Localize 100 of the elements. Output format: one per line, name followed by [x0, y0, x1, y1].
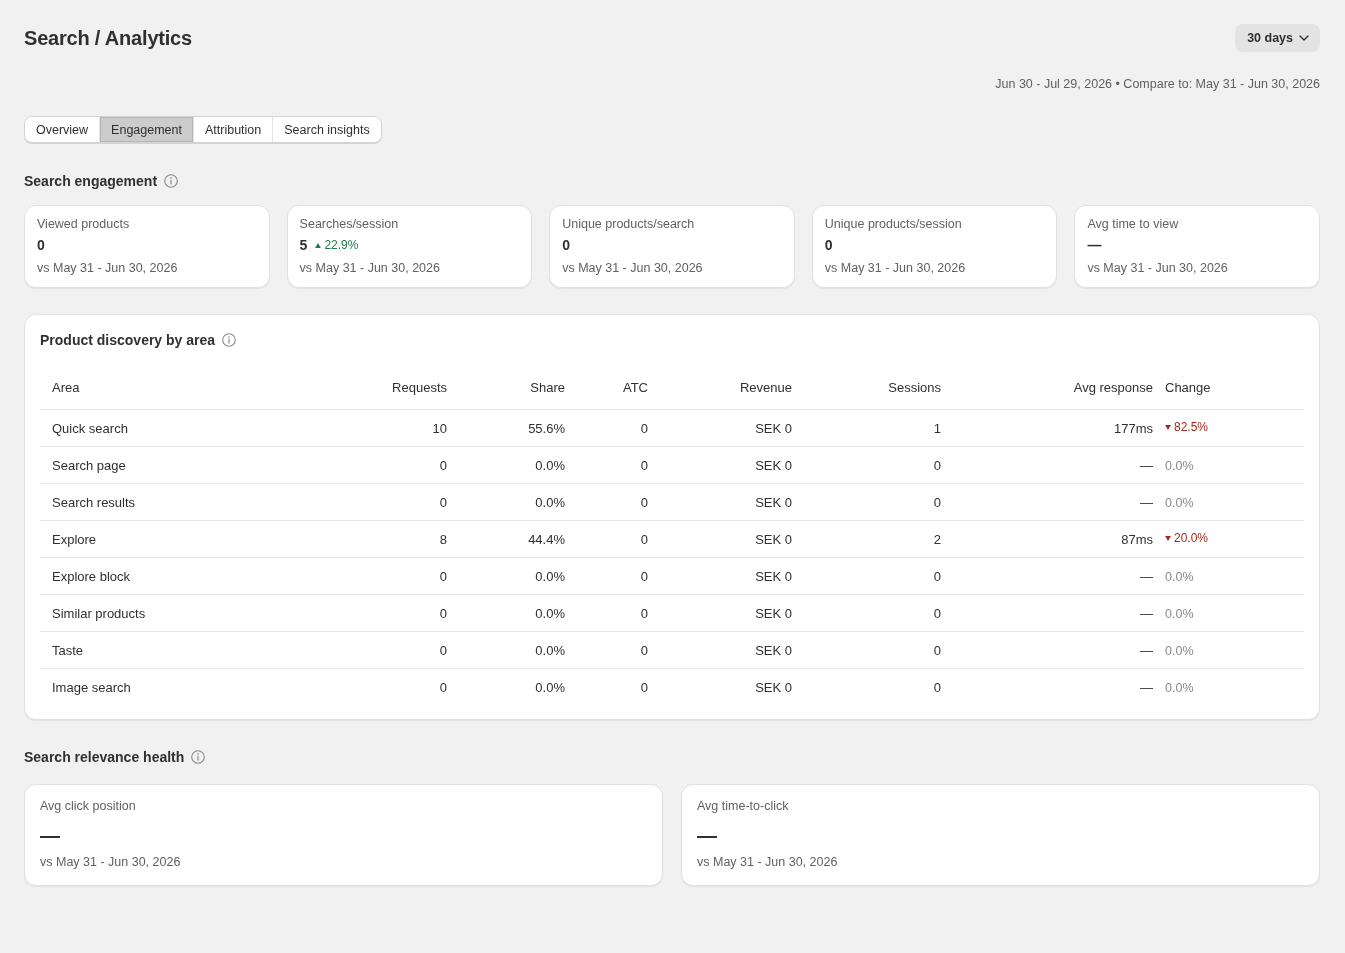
metric-label: Unique products/session: [824, 216, 962, 233]
table-cell-text: 0: [639, 680, 649, 695]
table-cell-text: 0: [639, 457, 649, 473]
column-header: ATC: [621, 380, 649, 395]
info-icon[interactable]: [222, 333, 237, 347]
chevron-down-icon: [1299, 35, 1309, 41]
table-cell-text: 55.6%: [527, 420, 566, 436]
metric-label: Avg click position: [40, 798, 136, 815]
table-cell-text: 2: [932, 531, 942, 547]
table-cell-text: SEK 0: [754, 680, 793, 695]
table-cell-text: Quick search: [51, 420, 129, 436]
table-cell-text: —: [1139, 568, 1154, 584]
table-cell-text: 0: [932, 605, 942, 621]
metric-value: —: [1087, 236, 1102, 255]
page-title: Search / Analytics: [24, 26, 192, 51]
tab[interactable]: Overview: [25, 117, 101, 142]
table-cell-text: SEK 0: [754, 568, 793, 584]
metric-value: 0: [824, 236, 833, 255]
table-cell-text: 0: [438, 568, 448, 584]
period-dropdown[interactable]: 30 days: [1235, 24, 1320, 52]
table-cell-text: 0: [932, 457, 942, 473]
table-cell-text: 0: [932, 680, 942, 695]
table-cell-text: 177ms: [1112, 420, 1154, 436]
table-cell-text: —: [1139, 457, 1154, 473]
table-cell-text: SEK 0: [754, 642, 793, 658]
table-cell-text: 0.0%: [534, 457, 566, 473]
table-cell-text: 0.0%: [534, 605, 566, 621]
column-header: Share: [529, 380, 566, 395]
table-cell-text: Image search: [51, 680, 132, 695]
table-cell-text: SEK 0: [754, 420, 793, 436]
table-cell-text: 0: [932, 494, 942, 510]
table-cell-text: SEK 0: [754, 531, 793, 547]
change-value: 0.0%: [1165, 606, 1194, 621]
info-icon[interactable]: [191, 750, 206, 764]
metric-value: 0: [37, 236, 45, 255]
date-range-text: Jun 30 - Jul 29, 2026 • Compare to: May 31 - Jun 30, 2026: [995, 77, 1320, 91]
table-cell-text: Explore: [51, 531, 98, 547]
table-cell-text: 0: [438, 605, 448, 621]
table-cell-text: 0: [438, 494, 448, 510]
comparison-text: vs May 31 - Jun 30, 2026: [562, 260, 703, 277]
table-cell-text: 0.0%: [534, 494, 566, 510]
comparison-text: vs May 31 - Jun 30, 2026: [1087, 260, 1228, 277]
table-cell-text: 87ms: [1120, 531, 1154, 547]
metric-label: Unique products/search: [562, 216, 695, 233]
table-cell-text: 0: [438, 457, 448, 473]
column-header: Revenue: [738, 380, 793, 395]
table-cell-text: 0: [438, 680, 448, 695]
metric-label: Avg time-to-click: [697, 798, 789, 815]
metric-label: Searches/session: [299, 216, 399, 233]
metric-value: —: [697, 823, 717, 847]
table-cell-text: 0: [639, 642, 649, 658]
table-cell-text: 0.0%: [534, 568, 566, 584]
table-cell-text: 0.0%: [534, 680, 566, 695]
table-cell-text: 0: [639, 531, 649, 547]
column-header: Area: [51, 380, 81, 395]
table-cell-text: SEK 0: [754, 457, 793, 473]
table-cell-text: —: [1139, 605, 1154, 621]
change-value: 0.0%: [1165, 681, 1194, 695]
section-title: Search engagement: [24, 172, 158, 190]
change-value: 0.0%: [1165, 569, 1194, 584]
table-cell-text: Taste: [51, 642, 85, 658]
column-header: Avg response: [1072, 380, 1154, 395]
table-cell-text: Search results: [51, 494, 137, 510]
table-cell-text: SEK 0: [754, 494, 793, 510]
tab[interactable]: Engagement: [100, 117, 194, 142]
change-value: 0.0%: [1165, 495, 1194, 510]
metric-label: Avg time to view: [1087, 216, 1179, 233]
info-icon[interactable]: [164, 174, 179, 188]
change-value: 20.0%: [1174, 531, 1209, 546]
metric-value: —: [40, 823, 60, 847]
column-header: Sessions: [887, 380, 942, 395]
column-header: Change: [1165, 380, 1212, 395]
table-cell-text: 0: [932, 642, 942, 658]
comparison-text: vs May 31 - Jun 30, 2026: [40, 854, 181, 871]
table-cell-text: —: [1139, 494, 1154, 510]
triangle-down-icon: [1165, 424, 1171, 430]
table-cell-text: 0: [639, 568, 649, 584]
table-cell-text: 0: [639, 605, 649, 621]
table-cell-text: —: [1139, 642, 1154, 658]
table-cell-text: 0: [639, 420, 649, 436]
metric-label: Viewed products: [37, 216, 130, 233]
table-cell-text: 1: [932, 420, 942, 436]
table-cell-text: 44.4%: [527, 531, 566, 547]
change-value: 22.9%: [324, 238, 359, 252]
comparison-text: vs May 31 - Jun 30, 2026: [697, 854, 838, 871]
change-value: 0.0%: [1165, 643, 1194, 658]
table-cell-text: 0: [932, 568, 942, 584]
table-cell-text: Similar products: [51, 605, 147, 621]
table-cell-text: 0.0%: [534, 642, 566, 658]
table-cell-text: SEK 0: [754, 605, 793, 621]
table-cell-text: —: [1139, 680, 1154, 695]
table-cell-text: Search page: [51, 457, 127, 473]
table-cell-text: 0: [639, 494, 649, 510]
triangle-up-icon: [315, 242, 322, 248]
card-title: Product discovery by area: [40, 331, 216, 350]
section-title: Search relevance health: [24, 748, 185, 766]
metric-value: 0: [562, 236, 570, 255]
comparison-text: vs May 31 - Jun 30, 2026: [37, 260, 178, 277]
change-value: 0.0%: [1165, 458, 1194, 473]
comparison-text: vs May 31 - Jun 30, 2026: [824, 260, 966, 277]
